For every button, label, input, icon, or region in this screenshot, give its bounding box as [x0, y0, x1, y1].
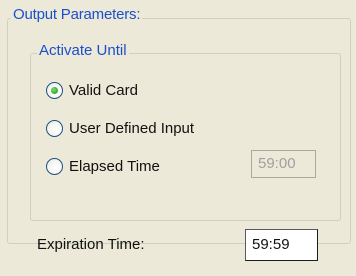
activate-until-title: Activate Until: [37, 42, 129, 59]
output-parameters-title: Output Parameters:: [11, 6, 143, 23]
radio-label-elapsed-time: Elapsed Time: [69, 157, 160, 175]
radio-option-elapsed-time[interactable]: Elapsed Time: [46, 156, 160, 176]
radio-button-checked-icon[interactable]: [46, 81, 63, 99]
expiration-time-input[interactable]: 59:59: [245, 229, 318, 261]
output-parameters-panel: Output Parameters: Activate Until Valid …: [0, 0, 356, 276]
radio-label-valid-card: Valid Card: [69, 81, 138, 99]
elapsed-time-input[interactable]: 59:00: [251, 150, 316, 178]
radio-option-valid-card[interactable]: Valid Card: [46, 80, 138, 100]
radio-label-user-defined-input: User Defined Input: [69, 119, 195, 137]
expiration-time-label: Expiration Time:: [37, 236, 145, 253]
radio-option-user-defined-input[interactable]: User Defined Input: [46, 118, 194, 138]
radio-button-unchecked-icon[interactable]: [46, 119, 63, 137]
radio-button-unchecked-icon[interactable]: [46, 157, 63, 175]
